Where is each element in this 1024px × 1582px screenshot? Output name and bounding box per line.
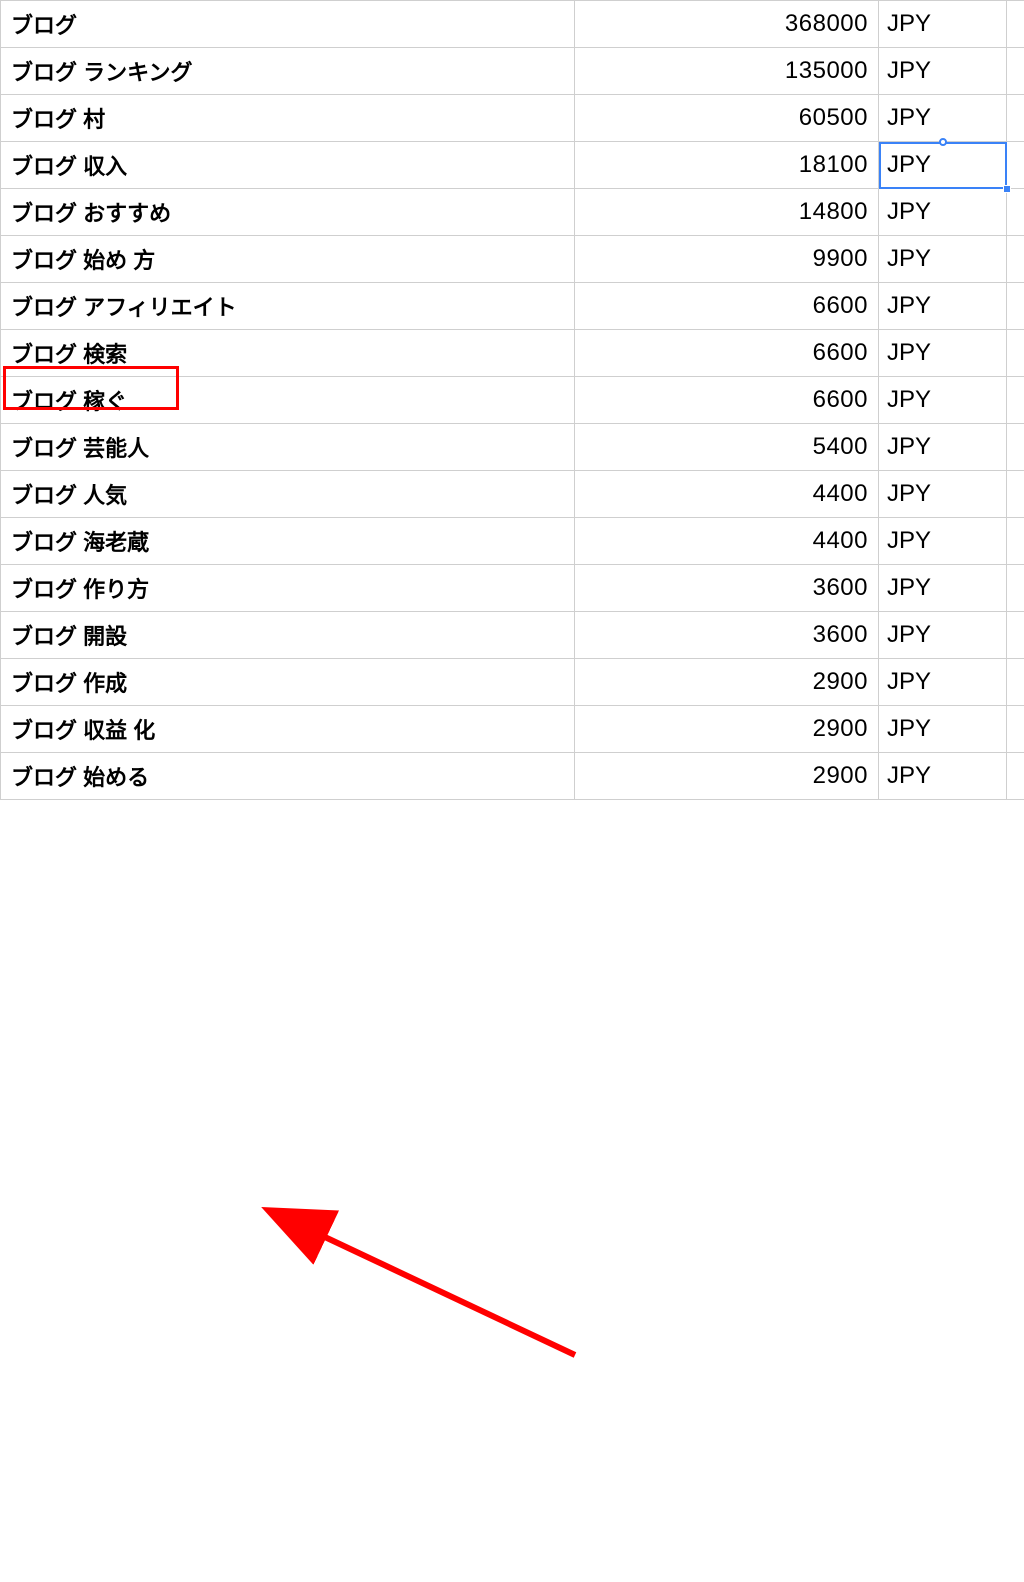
value-cell[interactable]: 6600 [575, 330, 879, 377]
trailing-cell[interactable] [1007, 48, 1024, 95]
selection-handle-top[interactable] [939, 138, 947, 146]
trailing-cell[interactable] [1007, 424, 1024, 471]
selection-handle-bottom[interactable] [1003, 185, 1011, 193]
keyword-cell[interactable]: ブログ おすすめ [1, 189, 575, 236]
value-cell[interactable]: 368000 [575, 1, 879, 48]
table-row[interactable]: ブログ 開設3600JPY [1, 612, 1024, 659]
keyword-cell[interactable]: ブログ 始め 方 [1, 236, 575, 283]
value-cell[interactable]: 2900 [575, 753, 879, 800]
trailing-cell[interactable] [1007, 330, 1024, 377]
trailing-cell[interactable] [1007, 1, 1024, 48]
value-cell[interactable]: 18100 [575, 142, 879, 189]
trailing-cell[interactable] [1007, 377, 1024, 424]
currency-cell[interactable]: JPY [879, 330, 1007, 377]
keyword-cell[interactable]: ブログ 開設 [1, 612, 575, 659]
keyword-cell[interactable]: ブログ 海老蔵 [1, 518, 575, 565]
keyword-cell[interactable]: ブログ 稼ぐ [1, 377, 575, 424]
currency-cell[interactable]: JPY [879, 142, 1007, 189]
keyword-table[interactable]: ブログ368000JPYブログ ランキング135000JPYブログ 村60500… [0, 0, 1024, 800]
currency-cell[interactable]: JPY [879, 377, 1007, 424]
trailing-cell[interactable] [1007, 142, 1024, 189]
value-cell[interactable]: 3600 [575, 565, 879, 612]
currency-cell[interactable]: JPY [879, 612, 1007, 659]
value-cell[interactable]: 4400 [575, 518, 879, 565]
trailing-cell[interactable] [1007, 659, 1024, 706]
value-cell[interactable]: 4400 [575, 471, 879, 518]
table-row[interactable]: ブログ 始め 方9900JPY [1, 236, 1024, 283]
currency-cell[interactable]: JPY [879, 471, 1007, 518]
value-cell[interactable]: 2900 [575, 659, 879, 706]
table-row[interactable]: ブログ 始める2900JPY [1, 753, 1024, 800]
currency-cell[interactable]: JPY [879, 283, 1007, 330]
arrow-line [310, 1230, 575, 1355]
keyword-table-body: ブログ368000JPYブログ ランキング135000JPYブログ 村60500… [1, 1, 1024, 800]
table-row[interactable]: ブログ 稼ぐ6600JPY [1, 377, 1024, 424]
trailing-cell[interactable] [1007, 283, 1024, 330]
table-row[interactable]: ブログ おすすめ14800JPY [1, 189, 1024, 236]
value-cell[interactable]: 3600 [575, 612, 879, 659]
currency-cell[interactable]: JPY [879, 659, 1007, 706]
keyword-cell[interactable]: ブログ 検索 [1, 330, 575, 377]
table-row[interactable]: ブログ 村60500JPY [1, 95, 1024, 142]
value-cell[interactable]: 9900 [575, 236, 879, 283]
table-row[interactable]: ブログ 検索6600JPY [1, 330, 1024, 377]
currency-cell[interactable]: JPY [879, 236, 1007, 283]
table-row[interactable]: ブログ 芸能人5400JPY [1, 424, 1024, 471]
value-cell[interactable]: 135000 [575, 48, 879, 95]
currency-cell[interactable]: JPY [879, 753, 1007, 800]
currency-cell[interactable]: JPY [879, 706, 1007, 753]
keyword-cell[interactable]: ブログ 収益 化 [1, 706, 575, 753]
value-cell[interactable]: 2900 [575, 706, 879, 753]
value-cell[interactable]: 14800 [575, 189, 879, 236]
currency-cell[interactable]: JPY [879, 1, 1007, 48]
trailing-cell[interactable] [1007, 706, 1024, 753]
value-cell[interactable]: 5400 [575, 424, 879, 471]
table-row[interactable]: ブログ 海老蔵4400JPY [1, 518, 1024, 565]
value-cell[interactable]: 6600 [575, 377, 879, 424]
currency-cell[interactable]: JPY [879, 518, 1007, 565]
table-row[interactable]: ブログ アフィリエイト6600JPY [1, 283, 1024, 330]
trailing-cell[interactable] [1007, 471, 1024, 518]
currency-cell[interactable]: JPY [879, 48, 1007, 95]
arrow-annotation [0, 800, 1024, 1582]
value-cell[interactable]: 6600 [575, 283, 879, 330]
value-cell[interactable]: 60500 [575, 95, 879, 142]
keyword-cell[interactable]: ブログ [1, 1, 575, 48]
table-row[interactable]: ブログ 人気4400JPY [1, 471, 1024, 518]
table-row[interactable]: ブログ 収入18100JPY [1, 142, 1024, 189]
table-row[interactable]: ブログ 収益 化2900JPY [1, 706, 1024, 753]
keyword-cell[interactable]: ブログ 村 [1, 95, 575, 142]
trailing-cell[interactable] [1007, 95, 1024, 142]
keyword-cell[interactable]: ブログ 作成 [1, 659, 575, 706]
trailing-cell[interactable] [1007, 612, 1024, 659]
trailing-cell[interactable] [1007, 236, 1024, 283]
keyword-cell[interactable]: ブログ 作り方 [1, 565, 575, 612]
keyword-cell[interactable]: ブログ アフィリエイト [1, 283, 575, 330]
currency-cell[interactable]: JPY [879, 189, 1007, 236]
table-row[interactable]: ブログ 作り方3600JPY [1, 565, 1024, 612]
trailing-cell[interactable] [1007, 753, 1024, 800]
keyword-cell[interactable]: ブログ ランキング [1, 48, 575, 95]
table-row[interactable]: ブログ368000JPY [1, 1, 1024, 48]
keyword-cell[interactable]: ブログ 始める [1, 753, 575, 800]
trailing-cell[interactable] [1007, 189, 1024, 236]
trailing-cell[interactable] [1007, 565, 1024, 612]
table-row[interactable]: ブログ ランキング135000JPY [1, 48, 1024, 95]
keyword-cell[interactable]: ブログ 芸能人 [1, 424, 575, 471]
currency-cell[interactable]: JPY [879, 95, 1007, 142]
trailing-cell[interactable] [1007, 518, 1024, 565]
keyword-cell[interactable]: ブログ 人気 [1, 471, 575, 518]
currency-cell[interactable]: JPY [879, 424, 1007, 471]
currency-cell[interactable]: JPY [879, 565, 1007, 612]
keyword-cell[interactable]: ブログ 収入 [1, 142, 575, 189]
table-row[interactable]: ブログ 作成2900JPY [1, 659, 1024, 706]
